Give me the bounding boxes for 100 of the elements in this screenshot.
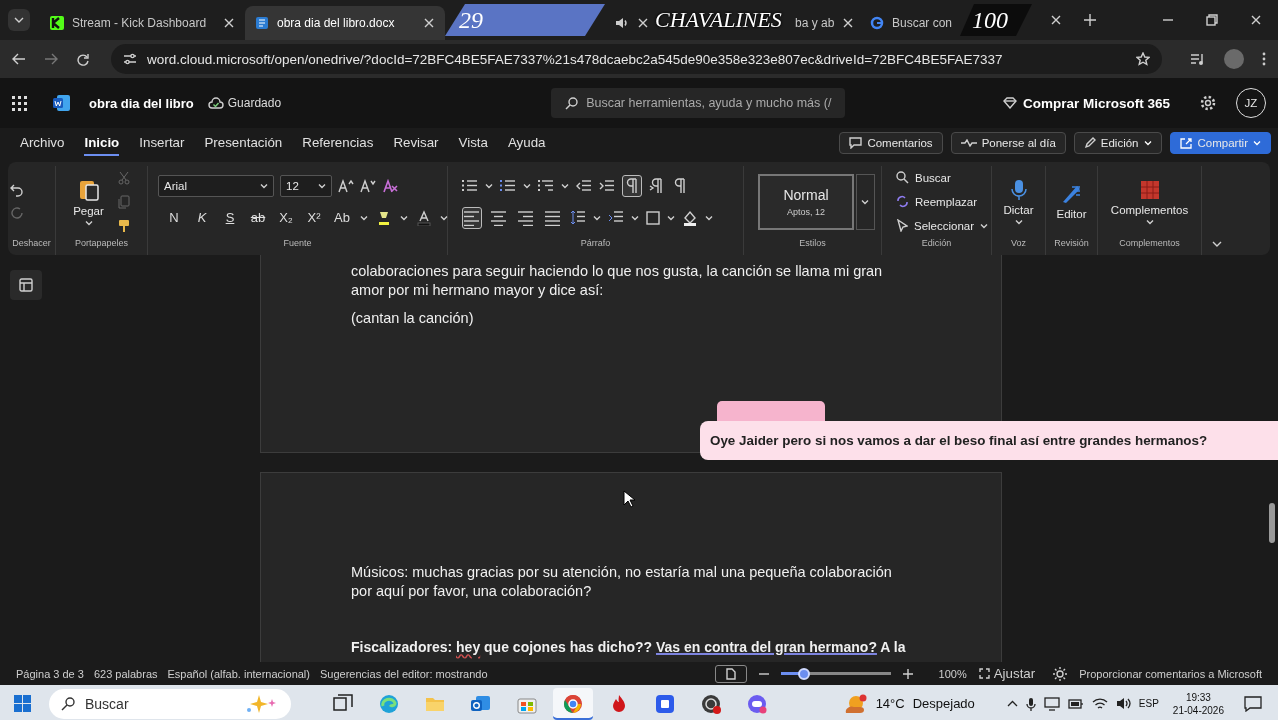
- caret-icon[interactable]: [980, 222, 989, 229]
- font-size-field[interactable]: 12: [280, 174, 332, 197]
- caret-icon[interactable]: [523, 182, 531, 189]
- buy-link[interactable]: Comprar Microsoft 365: [1022, 95, 1170, 111]
- font-name-field[interactable]: Arial: [158, 174, 274, 197]
- display-icon[interactable]: [1043, 696, 1060, 711]
- zoom-in-icon[interactable]: [902, 668, 913, 679]
- undo-icon[interactable]: [10, 182, 24, 197]
- caret-icon[interactable]: [667, 214, 675, 221]
- app-launcher-icon[interactable]: [12, 95, 27, 111]
- caret-icon[interactable]: [485, 182, 493, 189]
- menu-tab[interactable]: Referencias: [302, 130, 374, 156]
- fit-icon[interactable]: [978, 668, 990, 679]
- expand-icon[interactable]: [1212, 241, 1222, 247]
- style-gallery-item[interactable]: Normal Aptos, 12: [758, 173, 854, 230]
- find-button[interactable]: Buscar: [896, 166, 951, 189]
- star-icon[interactable]: [1136, 52, 1150, 66]
- caret-icon[interactable]: [260, 182, 268, 189]
- select-button[interactable]: Seleccionar: [896, 214, 989, 237]
- clock-date[interactable]: 21-04-2026: [1172, 703, 1224, 717]
- close-icon[interactable]: [842, 17, 855, 29]
- caret-icon[interactable]: [440, 214, 448, 221]
- document-title[interactable]: obra dia del libro: [89, 95, 194, 111]
- caret-icon[interactable]: [360, 214, 368, 221]
- taskbar-search[interactable]: Buscar: [49, 688, 291, 719]
- clock-time[interactable]: 19:33: [1185, 690, 1211, 704]
- replace-button[interactable]: Reemplazar: [896, 190, 977, 213]
- slider-thumb[interactable]: [797, 667, 810, 680]
- close-icon[interactable]: [223, 17, 235, 29]
- close-icon[interactable]: [1050, 14, 1062, 26]
- feedback-link[interactable]: Proporcionar comentarios a Microsoft: [1079, 667, 1262, 680]
- page-count[interactable]: Página 3 de 3: [16, 667, 84, 680]
- notification-icon[interactable]: [1244, 695, 1262, 712]
- highlighter-icon[interactable]: [376, 209, 392, 226]
- catchup-button[interactable]: Ponerse al día: [950, 132, 1066, 154]
- site-settings-icon[interactable]: [123, 53, 137, 65]
- numbered-list-icon[interactable]: [500, 178, 516, 193]
- subscript-button[interactable]: X₂: [276, 206, 296, 229]
- pencil-icon[interactable]: [1083, 137, 1096, 149]
- multilevel-list-icon[interactable]: [538, 178, 554, 193]
- caret-icon[interactable]: [1014, 218, 1023, 225]
- logo-icon[interactable]: [50, 16, 64, 30]
- settings-icon[interactable]: [1200, 95, 1216, 111]
- caret-icon[interactable]: [1145, 218, 1154, 225]
- language-status[interactable]: Español (alfab. internacional): [167, 667, 310, 680]
- pulse-icon[interactable]: [960, 139, 977, 147]
- redo-icon[interactable]: [10, 206, 24, 221]
- back-icon[interactable]: [12, 53, 26, 65]
- browser-tab[interactable]: obra dia del libro.docx: [245, 6, 445, 40]
- text-effects-button[interactable]: Ab: [332, 206, 352, 229]
- search-icon[interactable]: [896, 171, 909, 184]
- comment-button[interactable]: Comentarios: [839, 132, 943, 154]
- word-count[interactable]: 623 palabras: [93, 667, 158, 680]
- forward-icon[interactable]: [44, 53, 58, 65]
- pilcrow-icon[interactable]: [672, 177, 688, 194]
- weather-icon[interactable]: [843, 692, 868, 715]
- menu-icon[interactable]: [1262, 52, 1266, 66]
- scrollbar-thumb[interactable]: [1269, 503, 1275, 543]
- tab-list-button[interactable]: [8, 9, 30, 31]
- add-ins-button[interactable]: Complementos: [1110, 178, 1189, 225]
- strikethrough-button[interactable]: ab: [248, 206, 268, 229]
- menu-tab[interactable]: Inicio: [84, 130, 120, 156]
- panel-icon[interactable]: [19, 278, 33, 292]
- caret-icon[interactable]: [861, 198, 870, 205]
- line-spacing-icon[interactable]: [570, 209, 586, 226]
- browser-tab[interactable]: ba y ab: [785, 6, 860, 40]
- superscript-button[interactable]: X²: [304, 206, 324, 229]
- borders-icon[interactable]: [646, 210, 660, 225]
- close-icon[interactable]: [637, 17, 649, 29]
- taskbar-button[interactable]: [553, 687, 593, 720]
- editor-suggestions[interactable]: Sugerencias del editor: mostrando: [320, 667, 488, 680]
- underline-button[interactable]: S: [220, 206, 240, 229]
- page-icon[interactable]: [725, 667, 736, 680]
- ring-logo-icon[interactable]: [870, 16, 884, 30]
- page-view-button[interactable]: [714, 664, 747, 683]
- media-icon[interactable]: [1190, 52, 1206, 66]
- browser-tab[interactable]: Stream - Kick Dashboard: [40, 6, 245, 40]
- increase-indent-icon[interactable]: [599, 178, 615, 193]
- italic-button[interactable]: K: [192, 206, 212, 229]
- profile-avatar[interactable]: [1224, 49, 1244, 69]
- font-color-icon[interactable]: [416, 209, 432, 226]
- shading-icon[interactable]: [682, 209, 698, 226]
- new-tab-icon[interactable]: [1084, 14, 1096, 26]
- browser-tab[interactable]: Buscar con: [860, 6, 960, 40]
- pen-icon[interactable]: [1060, 183, 1083, 205]
- edit-button[interactable]: Edición: [1073, 132, 1162, 154]
- menu-tab[interactable]: Presentación: [204, 130, 283, 156]
- search-field[interactable]: Buscar herramientas, ayuda y mucho más (/: [551, 88, 846, 118]
- battery-icon[interactable]: [1067, 698, 1084, 709]
- share-icon[interactable]: [1179, 137, 1193, 149]
- menu-tab[interactable]: Revisar: [393, 130, 439, 156]
- share-button[interactable]: Compartir: [1169, 132, 1271, 154]
- windows-icon[interactable]: [14, 695, 31, 712]
- clear-formatting-icon[interactable]: [382, 178, 398, 193]
- shrink-font-icon[interactable]: [360, 178, 376, 193]
- caret-icon[interactable]: [705, 214, 713, 221]
- bold-button[interactable]: N: [164, 206, 184, 229]
- keyboard-language[interactable]: ESP: [1138, 698, 1159, 709]
- grow-font-icon[interactable]: [338, 178, 354, 193]
- chevron-up-icon[interactable]: [1006, 700, 1018, 707]
